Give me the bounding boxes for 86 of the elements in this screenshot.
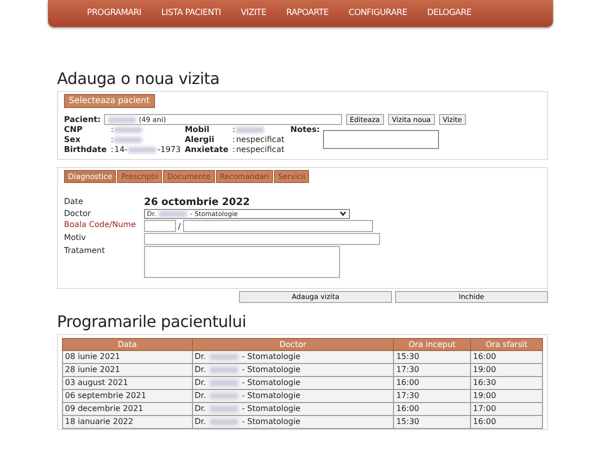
separator: : [232, 135, 236, 145]
redacted-block [210, 419, 238, 425]
redacted-block [210, 367, 238, 373]
page-title: Adauga o noua vizita [57, 69, 220, 88]
cell-text: - Stomatologie [242, 365, 300, 375]
column-header: Doctor [192, 338, 394, 350]
cell-text: Dr. [194, 404, 206, 414]
column-header: Ora inceput [394, 338, 470, 350]
field-label: Motiv [64, 233, 87, 243]
field-label: Anxietate [184, 145, 228, 155]
menu-item[interactable]: PROGRAMARI [77, 8, 152, 20]
table-cell: 16:00 [394, 402, 470, 416]
section-legend: Selecteaza pacient [64, 94, 155, 108]
field-label: Pacient: [64, 115, 101, 124]
cell-text: Dr. [194, 417, 206, 427]
field-label: Boala Code/Nume [64, 220, 137, 230]
redacted-block [159, 211, 188, 217]
table-cell: 28 iunie 2021 [62, 364, 192, 376]
table-cell: 19:00 [470, 390, 542, 402]
field-label: CNP [64, 125, 84, 135]
name-field[interactable] [182, 220, 373, 232]
column-header: Ora sfarsit [470, 338, 542, 350]
separator: : [110, 145, 114, 155]
field-value: nespecificat [236, 135, 284, 145]
redacted-block [210, 393, 238, 399]
menu-item[interactable]: RAPOARTE [276, 8, 339, 20]
cell-text: Dr. [194, 378, 206, 388]
field-label: Tratament [64, 246, 106, 256]
field-label: Sex [64, 135, 82, 145]
date-value: 26 octombrie 2022 [144, 197, 251, 208]
menu-item[interactable]: CONFIGURARE [338, 8, 418, 20]
menu-item[interactable]: VIZITE [230, 8, 276, 20]
separator: : [232, 125, 236, 135]
notes-field[interactable] [322, 130, 439, 149]
cell-text: Dr. [194, 352, 206, 362]
field-value: 14- [114, 145, 128, 155]
table-cell: 16:30 [470, 376, 542, 390]
table-cell: 17:00 [470, 402, 542, 416]
redacted-block [128, 147, 156, 153]
redacted-block [236, 127, 264, 133]
redacted-block [108, 116, 136, 122]
field-label: Birthdate [64, 145, 107, 155]
table-cell: 17:30 [394, 364, 470, 376]
field-label: Doctor [64, 209, 92, 219]
redacted-block [210, 380, 238, 386]
menu-item[interactable]: LISTA PACIENTI [151, 8, 231, 20]
menu-item[interactable]: DELOGARE [417, 8, 482, 20]
cell-text: - Stomatologie [242, 391, 300, 401]
field-label: Notes: [290, 125, 320, 134]
field-value: -1973 [157, 145, 181, 155]
field-label: Date [64, 197, 84, 207]
field-value: nespecificat [236, 145, 284, 155]
input-field[interactable] [144, 233, 380, 245]
table-cell: 17:30 [394, 390, 470, 402]
section-title: Programarile pacientului [57, 312, 248, 331]
cell-text: - Stomatologie [242, 417, 300, 427]
field-label: Mobil [184, 125, 210, 135]
table-cell: 08 iunie 2021 [62, 350, 192, 364]
table-cell: 16:00 [394, 376, 470, 390]
table-cell: 15:30 [394, 416, 470, 428]
cell-text: Dr. [194, 365, 206, 375]
caret-icon [340, 211, 346, 216]
table-cell: 19:00 [470, 364, 542, 376]
separator: / [178, 222, 181, 230]
redacted-block [210, 354, 238, 360]
table-cell: 15:30 [394, 350, 470, 364]
cell-text: - Stomatologie [242, 404, 300, 414]
redacted-block [210, 406, 238, 412]
field-label: Alergii [184, 135, 216, 145]
table-cell: 16:00 [470, 416, 542, 428]
redacted-block [114, 137, 142, 143]
separator: : [110, 135, 114, 145]
cell-text: - Stomatologie [242, 378, 300, 388]
table-cell: 18 ianuarie 2022 [62, 416, 192, 428]
table-cell: 06 septembrie 2021 [62, 390, 192, 402]
table-cell: 16:00 [470, 350, 542, 364]
separator: : [110, 125, 114, 135]
separator: : [232, 145, 236, 155]
column-header: Data [62, 338, 192, 350]
table-cell: 09 decembrie 2021 [62, 402, 192, 416]
cell-text: - Stomatologie [242, 352, 300, 362]
redacted-block [114, 127, 142, 133]
text-area[interactable] [144, 246, 340, 278]
code-field[interactable] [144, 220, 176, 232]
cell-text: Dr. [194, 391, 206, 401]
table-cell: 03 august 2021 [62, 376, 192, 390]
